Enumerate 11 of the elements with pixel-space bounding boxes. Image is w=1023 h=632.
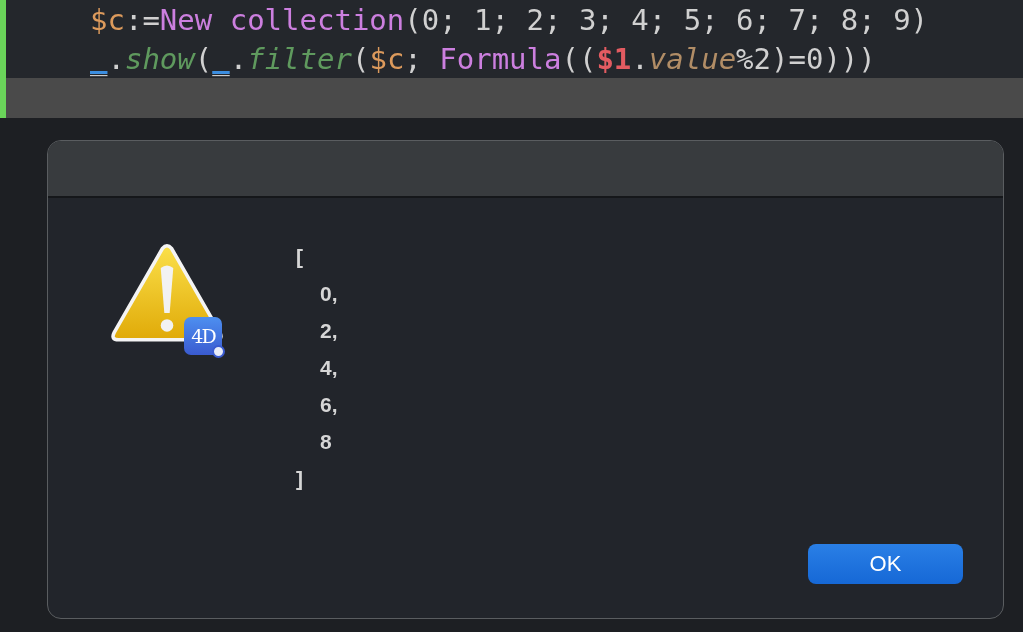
message-text: ] [296, 466, 304, 492]
message-text: 2, [319, 318, 338, 344]
message-text: 0, [319, 281, 338, 307]
code-line: _.show(_.filter($c; Formula(($1.value%2)=0))) [90, 41, 876, 76]
message-text: [ [296, 244, 304, 270]
message-text: 8 [319, 429, 333, 455]
ok-button[interactable]: OK [808, 544, 963, 584]
code-line: $c:=New collection(0; 1; 2; 3; 4; 5; 6; 7; 8; 9) [90, 2, 929, 37]
message-text: 4, [319, 355, 338, 381]
app-logo-icon: 4D [184, 317, 222, 355]
message-text: 6, [319, 392, 338, 418]
